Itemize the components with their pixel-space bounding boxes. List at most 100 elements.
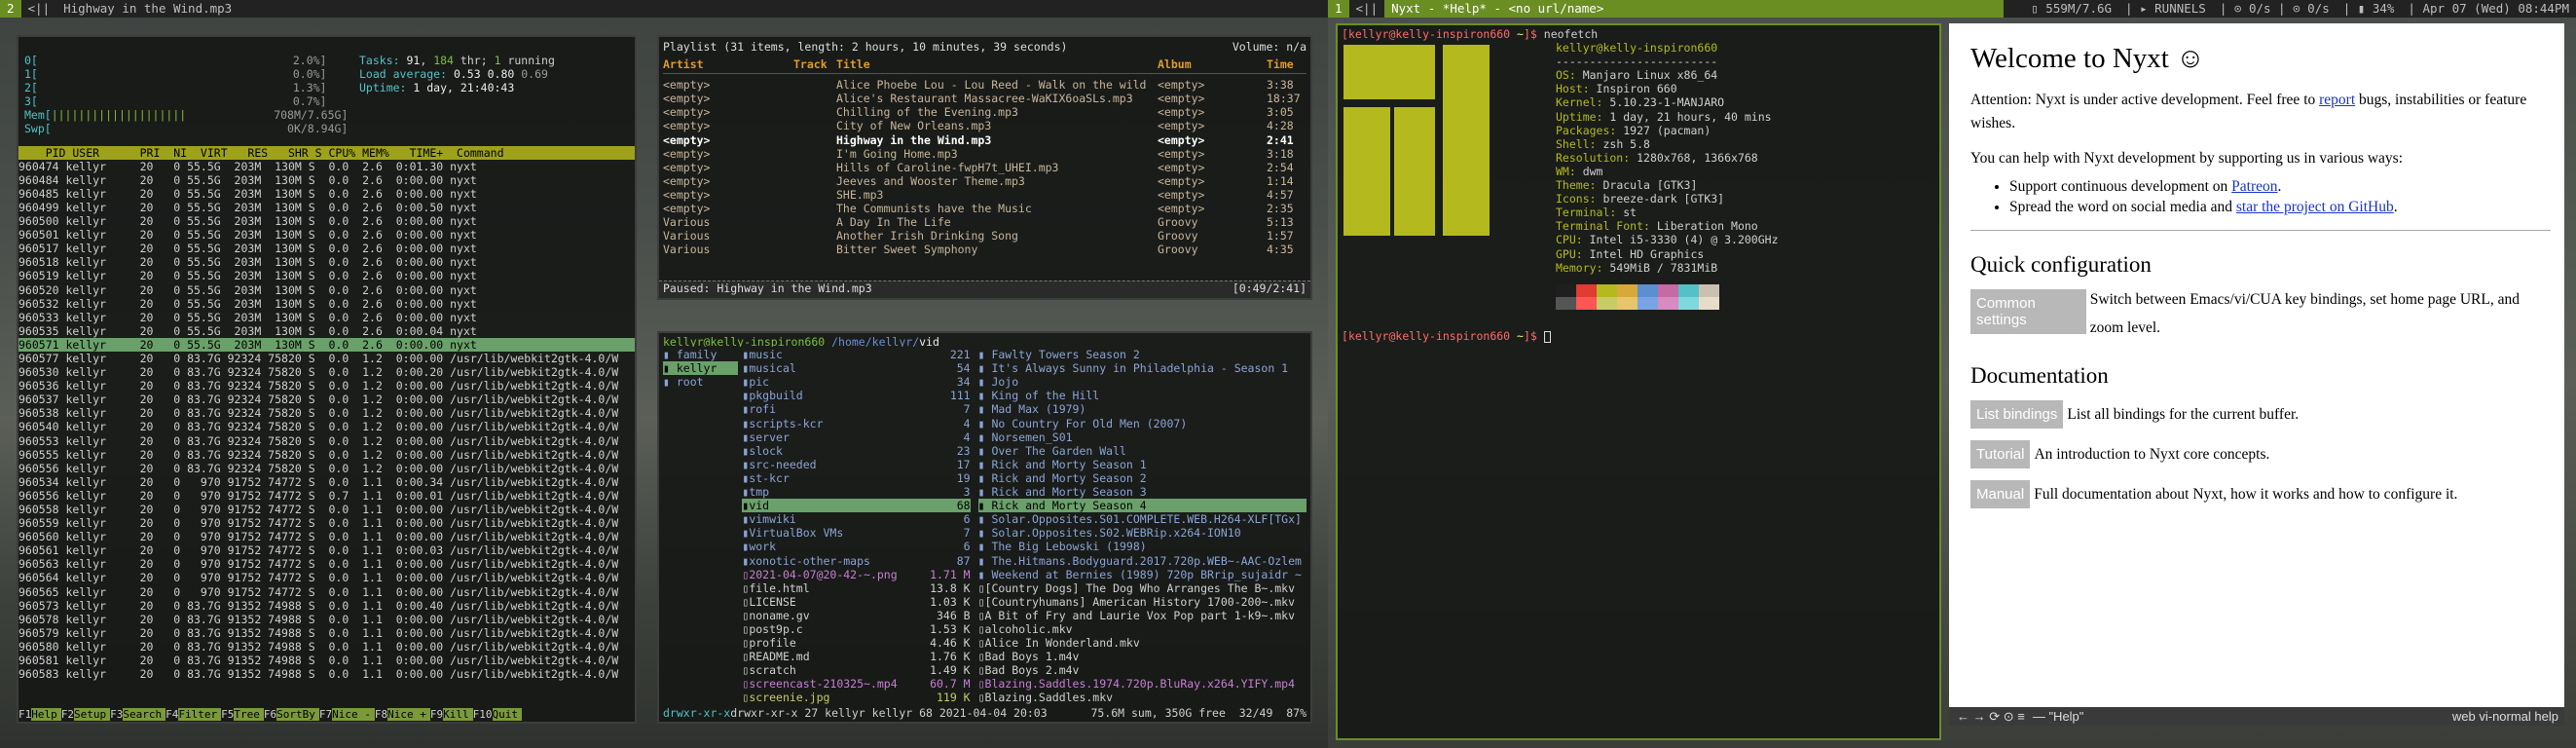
process-row[interactable]: 960485 kellyr 20 0 55.5G 203M 130M S 0.0… [18,187,635,201]
file-entry[interactable]: ▮vimwiki 6 [742,512,970,526]
layout-indicator-right[interactable]: <|| [1349,0,1385,18]
process-row[interactable]: 960537 kellyr 20 0 83.7G 92324 75820 S 0… [18,393,635,406]
ranger-parent-column[interactable]: ▮ family ▮ kellyr ▮ root [663,348,739,704]
file-entry[interactable]: ▯file.html 13.8 K [742,581,970,595]
tutorial-button[interactable]: Tutorial [1970,440,2031,468]
preview-entry[interactable]: ▮ No Country For Old Men (2007) [978,417,1306,430]
file-entry[interactable]: ▮st-kcr 19 [742,471,970,485]
fkey-F4[interactable]: F4 [166,708,178,721]
process-row[interactable]: 960559 kellyr 20 0 970 91752 74772 S 0.0… [18,516,635,530]
tag-1[interactable]: 1 [1328,0,1349,18]
file-entry[interactable]: ▯screencast-210325~.mp4 60.7 M [742,677,970,691]
preview-entry[interactable]: ▯Alice In Wonderland.mkv [978,636,1306,650]
process-row[interactable]: 960578 kellyr 20 0 83.7G 91352 74988 S 0… [18,613,635,626]
list-bindings-button[interactable]: List bindings [1970,400,2064,429]
fkey-F5[interactable]: F5 [221,708,234,721]
process-row[interactable]: 960536 kellyr 20 0 83.7G 92324 75820 S 0… [18,379,635,393]
playlist-track[interactable]: <empty> City of New Orleans.mp3 <empty> 4:2… [663,119,1306,132]
parent-entry[interactable]: ▮ root [663,375,738,389]
fkey-F9[interactable]: F9 [430,708,443,721]
preview-entry[interactable]: ▮ Mad Max (1979) [978,402,1306,416]
file-entry[interactable]: ▯profile 4.46 K [742,636,970,650]
process-row[interactable]: 960532 kellyr 20 0 55.5G 203M 130M S 0.0… [18,297,635,311]
fkey-F2[interactable]: F2 [61,708,74,721]
patreon-link[interactable]: Patreon [2231,178,2277,195]
preview-entry[interactable]: ▮ Over The Garden Wall [978,444,1306,458]
process-row[interactable]: 960581 kellyr 20 0 83.7G 91352 74988 S 0… [18,654,635,667]
process-row[interactable]: 960533 kellyr 20 0 55.5G 203M 130M S 0.0… [18,311,635,324]
process-row[interactable]: 960484 kellyr 20 0 55.5G 203M 130M S 0.0… [18,173,635,187]
preview-entry[interactable]: ▮ Solar.Opposites.S02.WEBRip.x264-ION10 [978,526,1306,540]
parent-entry[interactable]: ▮ kellyr [663,361,739,376]
process-row[interactable]: 960561 kellyr 20 0 970 91752 74772 S 0.0… [18,543,635,557]
fkey-label[interactable]: Setup [74,708,111,721]
parent-entry[interactable]: ▮ family [663,348,738,361]
process-row[interactable]: 960564 kellyr 20 0 970 91752 74772 S 0.0… [18,571,635,584]
fkey-label[interactable]: Kill [443,708,473,721]
process-row[interactable]: 960534 kellyr 20 0 970 91752 74772 S 0.0… [18,475,635,489]
preview-entry[interactable]: ▮ Weekend at Bernies (1989) 720p BRrip_s… [978,568,1306,581]
preview-entry[interactable]: ▯alcoholic.mkv [978,622,1306,636]
preview-entry[interactable]: ▯Blazing.Saddles.1974.720p.BluRay.x264.Y… [978,677,1306,691]
htop-window[interactable]: 0[2.0%] 1[0.0%] 2[1.3%] 3[0.7%] Tasks: 91, … [17,35,637,724]
process-row[interactable]: 960530 kellyr 20 0 83.7G 92324 75820 S 0… [18,365,635,379]
process-row[interactable]: 960565 kellyr 20 0 970 91752 74772 S 0.0… [18,585,635,599]
file-entry[interactable]: ▯README.md 1.76 K [742,650,970,663]
fkey-label[interactable]: SortBy [276,708,319,721]
file-entry[interactable]: ▮vid 68 [742,499,971,513]
fkey-label[interactable]: Filter [178,708,222,721]
file-entry[interactable]: ▮server 4 [742,430,970,444]
process-list[interactable]: 960474 kellyr 20 0 55.5G 203M 130M S 0.0… [18,160,635,682]
process-row[interactable]: 960501 kellyr 20 0 55.5G 203M 130M S 0.0… [18,228,635,242]
ranger-preview-column[interactable]: ▮ Fawlty Towers Season 2 ▮ It's Always Su… [977,348,1307,704]
preview-entry[interactable]: ▮ The Big Lebowski (1998) [978,540,1306,553]
file-entry[interactable]: ▯screenie.jpg 119 K [742,691,970,704]
playlist-track[interactable]: Various Another Irish Drinking Song Groovy… [663,229,1306,243]
fkey-label[interactable]: Nice + [387,708,430,721]
process-row[interactable]: 960520 kellyr 20 0 55.5G 203M 130M S 0.0… [18,283,635,297]
nyxt-browser[interactable]: Welcome to Nyxt ☺ Attention: Nyxt is und… [1949,23,2564,707]
file-entry[interactable]: ▮VirtualBox VMs 7 [742,526,970,540]
common-settings-button[interactable]: Common settings [1970,289,2086,334]
process-row[interactable]: 960571 kellyr 20 0 55.5G 203M 130M S 0.0… [18,337,635,352]
playlist-track[interactable]: <empty> The Communists have the Music <emp… [663,202,1306,215]
playlist-track[interactable]: <empty> SHE.mp3 <empty> 4:57 [663,188,1306,202]
file-entry[interactable]: ▯post9p.c 1.53 K [742,622,970,636]
file-entry[interactable]: ▯LICENSE 1.03 K [742,595,970,609]
fkey-label[interactable]: Help [31,708,61,721]
preview-entry[interactable]: ▮ It's Always Sunny in Philadelphia - Se… [978,361,1306,375]
preview-entry[interactable]: ▯Bad Boys 1.m4v [978,650,1306,663]
preview-entry[interactable]: ▯Blazing.Saddles.mkv [978,691,1306,704]
process-row[interactable]: 960556 kellyr 20 0 83.7G 92324 75820 S 0… [18,462,635,475]
file-entry[interactable]: ▮work 6 [742,540,970,553]
terminal-window[interactable]: [kellyr@kelly-inspiron660 ~]$ neofetch k… [1336,23,1941,740]
process-row[interactable]: 960500 kellyr 20 0 55.5G 203M 130M S 0.0… [18,214,635,228]
process-row[interactable]: 960474 kellyr 20 0 55.5G 203M 130M S 0.0… [18,160,635,173]
process-row[interactable]: 960580 kellyr 20 0 83.7G 91352 74988 S 0… [18,640,635,654]
tag-2[interactable]: 2 [0,0,21,18]
preview-entry[interactable]: ▮ Norsemen_S01 [978,430,1306,444]
report-link[interactable]: report [2319,92,2355,108]
fkey-F8[interactable]: F8 [375,708,387,721]
fkey-F7[interactable]: F7 [319,708,332,721]
file-entry[interactable]: ▮music 221 [742,348,970,361]
file-entry[interactable]: ▮slock 23 [742,444,970,458]
file-entry[interactable]: ▯2021-04-07@20-42-~.png 1.71 M [742,568,970,581]
playlist-track[interactable]: <empty> Jeeves and Wooster Theme.mp3 <empt… [663,174,1306,188]
process-row[interactable]: 960560 kellyr 20 0 970 91752 74772 S 0.0… [18,530,635,543]
playlist-track[interactable]: Various Bitter Sweet Symphony Groovy 4:35 [663,243,1306,256]
fkey-F3[interactable]: F3 [110,708,123,721]
process-row[interactable]: 960563 kellyr 20 0 970 91752 74772 S 0.0… [18,557,635,571]
layout-indicator[interactable]: <|| [21,0,57,18]
manual-button[interactable]: Manual [1970,480,2031,508]
process-row[interactable]: 960556 kellyr 20 0 970 91752 74772 S 0.7… [18,489,635,503]
process-row[interactable]: 960558 kellyr 20 0 970 91752 74772 S 0.0… [18,503,635,516]
preview-entry[interactable]: ▮ King of the Hill [978,389,1306,402]
preview-entry[interactable]: ▮ Rick and Morty Season 2 [978,471,1306,485]
file-entry[interactable]: ▯scratch 1.49 K [742,663,970,677]
process-row[interactable]: 960573 kellyr 20 0 83.7G 91352 74988 S 0… [18,599,635,613]
preview-entry[interactable]: ▯Bad Boys 2.m4v [978,663,1306,677]
playlist-track[interactable]: <empty> Alice Phoebe Lou - Lou Reed - Wal… [663,78,1306,92]
playlist-track[interactable]: <empty> I'm Going Home.mp3 <empty> 3:18 [663,147,1306,161]
fkey-F6[interactable]: F6 [264,708,276,721]
